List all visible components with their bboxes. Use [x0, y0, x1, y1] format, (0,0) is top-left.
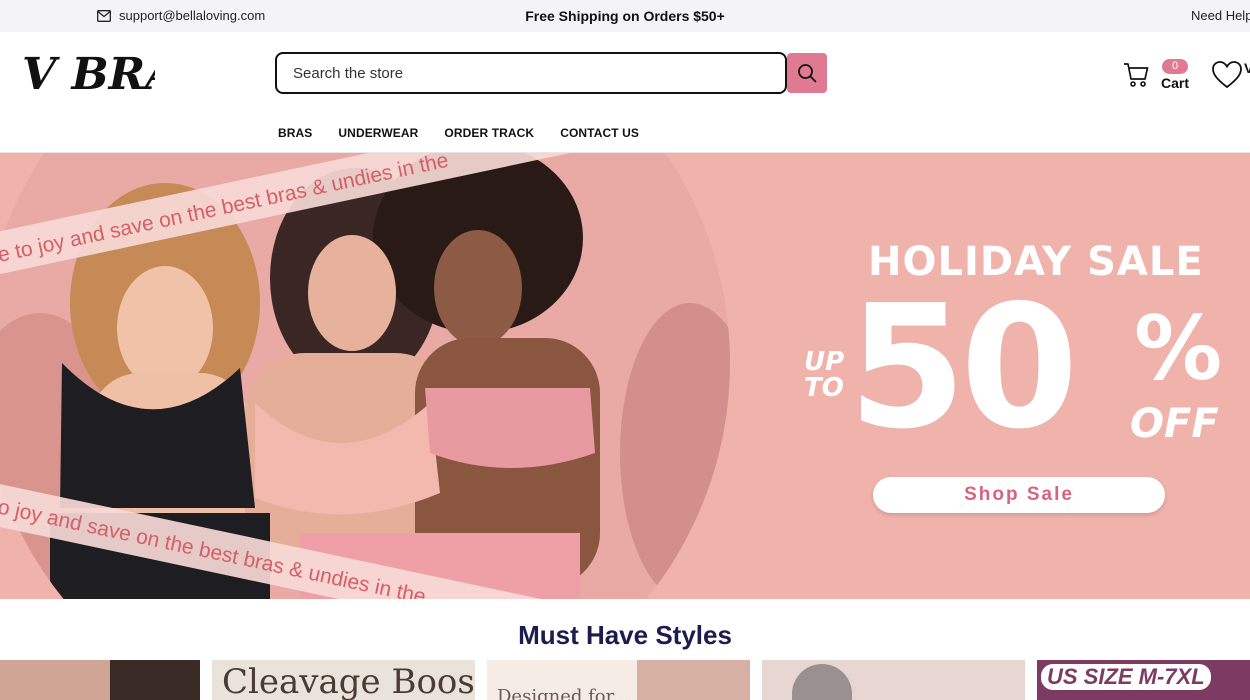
hero-to-text: TO [804, 373, 844, 403]
free-shipping-promo: Free Shipping on Orders $50+ [525, 8, 725, 24]
style-tile-5[interactable]: US SIZE M-7XL [1037, 660, 1250, 700]
brand-logo[interactable]: V BRAS [20, 42, 155, 102]
style-tile-2[interactable]: Cleavage Boost [212, 660, 475, 700]
tile-3-photo [637, 660, 750, 700]
search-icon [798, 64, 817, 83]
tile-4-photo [792, 664, 852, 700]
tile-2-text: Cleavage Boost [222, 662, 475, 700]
hero-percent-sign: % [1134, 297, 1223, 400]
hero-discount-value: 50 [848, 269, 1079, 467]
shop-sale-button[interactable]: Shop Sale [873, 477, 1165, 513]
cart-button[interactable]: 0 Cart [1123, 58, 1193, 92]
hero-models-photo: ue to joy and save on the best bras & un… [0, 153, 730, 599]
nav-item-bras[interactable]: BRAS [278, 126, 312, 140]
tile-5-text: US SIZE M-7XL [1041, 664, 1211, 690]
cart-icon [1124, 63, 1149, 87]
main-nav: BRAS UNDERWEAR ORDER TRACK CONTACT US [278, 126, 639, 140]
tile-3-text: Designed for... [497, 686, 630, 700]
hero-up-to: UP TO [804, 349, 844, 401]
hero-banner[interactable]: ue to joy and save on the best bras & un… [0, 153, 1250, 599]
hero-up-text: UP [804, 347, 845, 377]
product-tiles-row: Cleavage Boost Designed for... US SIZE M… [0, 660, 1250, 700]
search-box[interactable] [275, 52, 787, 94]
wishlist-heart-icon[interactable] [1211, 60, 1243, 90]
style-tile-3[interactable]: Designed for... [487, 660, 750, 700]
nav-item-order-track[interactable]: ORDER TRACK [444, 126, 534, 140]
logo-text: V BRAS [22, 49, 155, 100]
search-button[interactable] [787, 53, 827, 93]
style-tile-4[interactable] [762, 660, 1025, 700]
cart-label: Cart [1161, 75, 1190, 91]
need-help-link[interactable]: Need Help [1191, 8, 1250, 23]
nav-item-contact-us[interactable]: CONTACT US [560, 126, 639, 140]
search-input[interactable] [293, 64, 785, 82]
wishlist-label[interactable]: V [1244, 60, 1250, 76]
style-tile-1[interactable] [0, 660, 200, 700]
hero-off-text: OFF [1130, 401, 1219, 447]
announcement-bar: support@bellaloving.com Free Shipping on… [0, 0, 1250, 32]
cart-count-badge: 0 [1162, 59, 1188, 74]
nav-item-underwear[interactable]: UNDERWEAR [338, 126, 418, 140]
must-have-styles-title: Must Have Styles [518, 620, 732, 650]
tile-1-photo [110, 660, 200, 700]
